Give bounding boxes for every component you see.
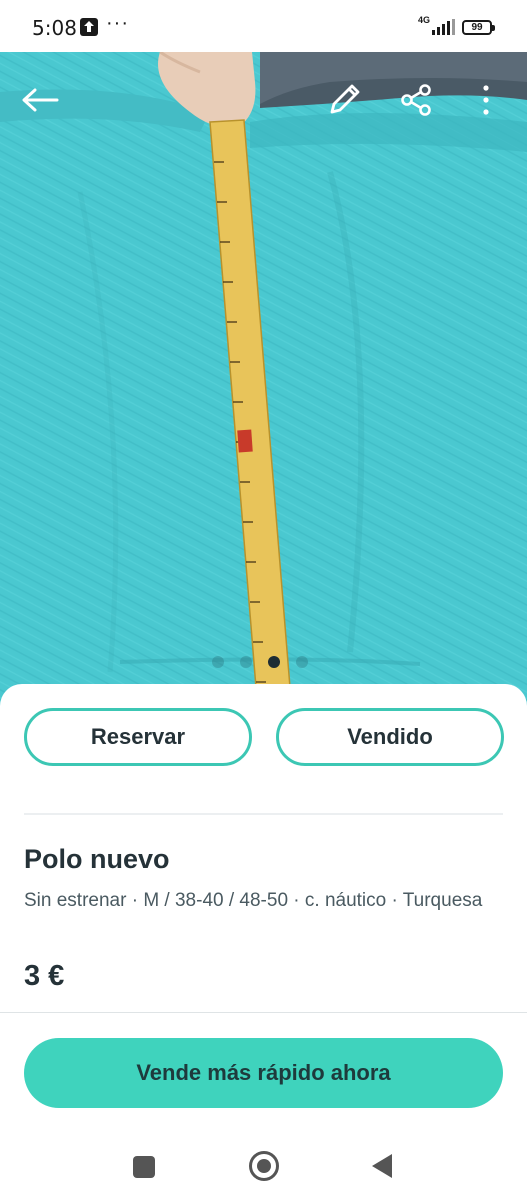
more-options-button[interactable]: [464, 78, 508, 122]
battery-icon: 99: [462, 20, 495, 35]
edit-pencil-icon: [330, 84, 360, 114]
carousel-dot[interactable]: [240, 656, 252, 668]
share-icon: [401, 84, 431, 116]
divider: [24, 813, 503, 815]
carousel-dot[interactable]: [212, 656, 224, 668]
sold-button[interactable]: Vendido: [276, 708, 504, 766]
photo-scene: [0, 52, 527, 712]
carousel-dot[interactable]: [296, 656, 308, 668]
home-icon[interactable]: [249, 1151, 279, 1181]
product-attributes: Sin estrenar · M / 38-40 / 48-50 · c. ná…: [24, 890, 483, 911]
product-details-sheet: Reservar Vendido Polo nuevo Sin estrenar…: [0, 684, 527, 1200]
system-back-icon[interactable]: [372, 1154, 392, 1178]
carousel-dot-active[interactable]: [268, 656, 280, 668]
upload-notification-icon: [80, 18, 98, 36]
edit-button[interactable]: [322, 78, 366, 122]
more-vertical-icon: [483, 85, 489, 115]
system-navigation-bar: [0, 1134, 527, 1200]
more-notifications-icon: ···: [106, 12, 129, 34]
reserve-button[interactable]: Reservar: [24, 708, 252, 766]
signal-icon: [432, 19, 455, 35]
product-photo[interactable]: [0, 52, 527, 712]
divider: [0, 1012, 527, 1013]
share-button[interactable]: [394, 78, 438, 122]
back-arrow-icon: [22, 88, 59, 112]
recents-icon[interactable]: [133, 1156, 155, 1178]
product-price: 3 €: [24, 960, 65, 992]
network-type: 4G: [418, 15, 431, 25]
product-title: Polo nuevo: [24, 844, 170, 874]
status-time: 5:08: [32, 16, 77, 40]
back-button[interactable]: [18, 78, 62, 122]
status-bar: 5:08 ··· 4G 99: [0, 0, 527, 52]
carousel-indicator: [212, 656, 308, 668]
sell-faster-button[interactable]: Vende más rápido ahora: [24, 1038, 503, 1108]
